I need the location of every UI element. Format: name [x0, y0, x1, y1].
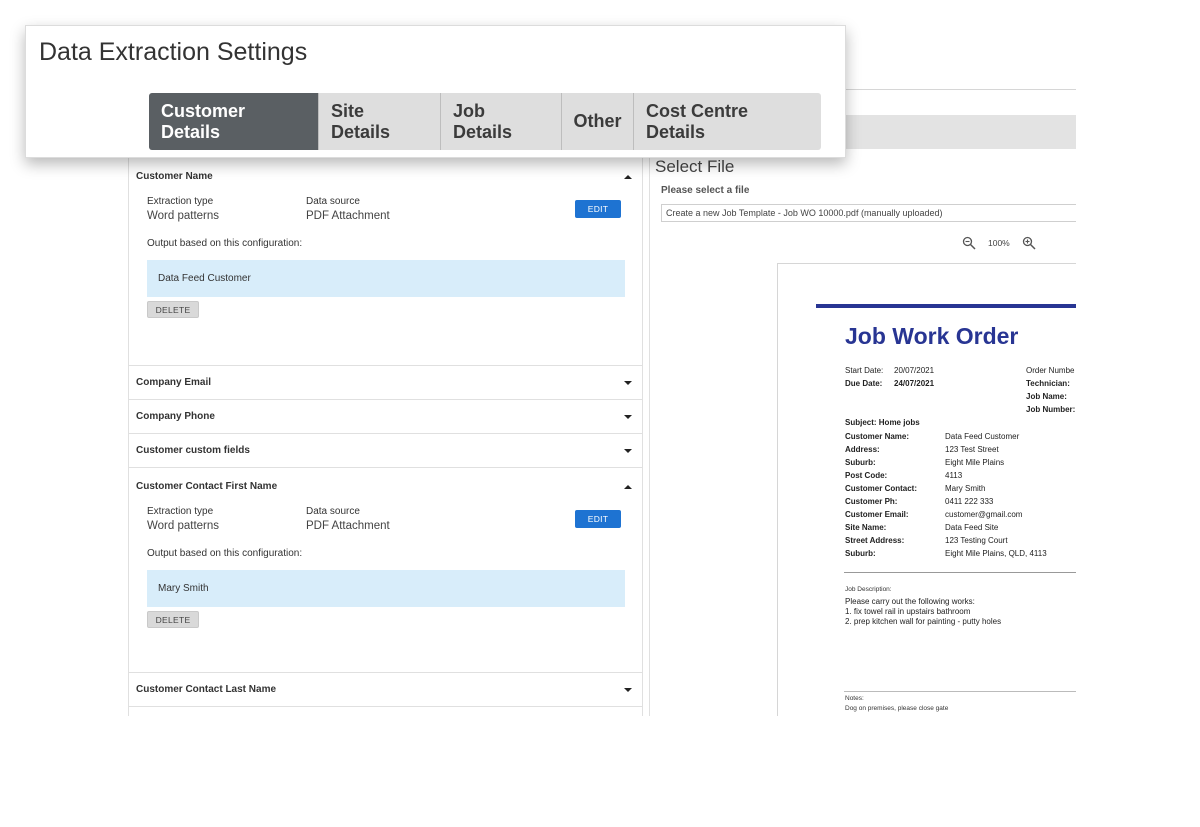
section-company-email: Company Email	[129, 366, 642, 400]
field-key: Suburb:	[845, 549, 876, 558]
tab-other[interactable]: Other	[562, 93, 634, 150]
field-value: Eight Mile Plains	[945, 458, 1005, 467]
data-source-value: PDF Attachment	[306, 210, 390, 222]
section-header[interactable]: Customer Contact First Name	[129, 468, 642, 505]
field-key: Suburb:	[845, 458, 876, 467]
field-key: Site Name:	[845, 523, 887, 532]
chevron-down-icon[interactable]	[624, 380, 632, 385]
order-number-label: Order Numbe	[1026, 366, 1075, 375]
tab-customer-details[interactable]: Customer Details	[149, 93, 319, 150]
data-source-value: PDF Attachment	[306, 520, 390, 532]
section-title: Company Phone	[136, 411, 215, 422]
zoom-in-icon[interactable]	[1022, 236, 1036, 250]
field-key: Customer Ph:	[845, 497, 898, 506]
delete-button[interactable]: DELETE	[147, 301, 199, 318]
tab-bar: Customer Details Site Details Job Detail…	[149, 93, 821, 150]
field-value: 123 Testing Court	[945, 536, 1008, 545]
field-key: Customer Contact:	[845, 484, 918, 493]
zoom-controls: 100%	[962, 236, 1036, 250]
output-label: Output based on this configuration:	[147, 548, 303, 559]
field-value: 4113	[945, 471, 963, 480]
section-header[interactable]: Company Phone	[129, 400, 642, 433]
section-header[interactable]: Customer Contact Last Name	[129, 673, 642, 706]
section-title: Company Email	[136, 377, 212, 388]
field-config-panel: Customer Name Extraction type Word patte…	[128, 158, 643, 716]
divider	[844, 691, 1076, 692]
field-key: Address:	[845, 445, 880, 454]
section-company-phone: Company Phone	[129, 400, 642, 434]
section-header[interactable]: Customer custom fields	[129, 434, 642, 467]
output-value: Data Feed Customer	[147, 260, 625, 297]
select-file-label: Please select a file	[661, 185, 750, 196]
page-title: Data Extraction Settings	[39, 38, 308, 66]
field-value: customer@gmail.com	[945, 510, 1023, 519]
job-description-line: 2. prep kitchen wall for painting - putt…	[845, 617, 1002, 626]
header-bar	[846, 115, 1076, 149]
field-value: Data Feed Customer	[945, 432, 1020, 441]
tab-site-details[interactable]: Site Details	[319, 93, 441, 150]
section-contact-last-name: Customer Contact Last Name	[129, 673, 642, 707]
field-key: Customer Name:	[845, 432, 910, 441]
data-source-label: Data source	[306, 196, 360, 207]
settings-card: Data Extraction Settings Customer Detail…	[25, 25, 846, 158]
field-key: Post Code:	[845, 471, 888, 480]
section-customer-custom-fields: Customer custom fields	[129, 434, 642, 468]
delete-button[interactable]: DELETE	[147, 611, 199, 628]
chevron-up-icon[interactable]	[624, 174, 632, 179]
section-contact-first-name: Customer Contact First Name Extraction t…	[129, 468, 642, 673]
edit-button[interactable]: EDIT	[575, 510, 621, 528]
job-description-label: Job Description:	[845, 586, 892, 593]
extraction-type-value: Word patterns	[147, 520, 220, 532]
tab-cost-centre-details[interactable]: Cost Centre Details	[634, 93, 821, 150]
job-number-label: Job Number:	[1026, 405, 1076, 414]
job-description-line: 1. fix towel rail in upstairs bathroom	[845, 607, 971, 616]
section-title: Customer custom fields	[136, 445, 250, 456]
divider	[846, 89, 1076, 90]
notes-label: Notes:	[845, 695, 864, 702]
job-name-label: Job Name:	[1026, 392, 1067, 401]
extraction-type-label: Extraction type	[147, 196, 214, 207]
output-label: Output based on this configuration:	[147, 238, 303, 249]
field-value: Mary Smith	[945, 484, 986, 493]
pdf-document-preview: Job Work Order Start Date: 20/07/2021 Du…	[777, 263, 1076, 716]
field-key: Customer Email:	[845, 510, 909, 519]
tab-job-details[interactable]: Job Details	[441, 93, 562, 150]
extraction-type-label: Extraction type	[147, 506, 214, 517]
file-select-dropdown[interactable]: Create a new Job Template - Job WO 10000…	[661, 204, 1076, 222]
job-description-line: Please carry out the following works:	[845, 597, 975, 606]
due-date-value: 24/07/2021	[894, 379, 935, 388]
due-date-label: Due Date:	[845, 379, 883, 388]
doc-header-bar	[816, 304, 1076, 308]
section-header[interactable]: Customer Name	[129, 158, 642, 195]
notes-text: Dog on premises, please close gate	[845, 705, 949, 712]
technician-label: Technician:	[1026, 379, 1070, 388]
file-preview-panel: Select File Please select a file Create …	[649, 150, 1076, 716]
section-title: Customer Contact Last Name	[136, 684, 277, 695]
data-source-label: Data source	[306, 506, 360, 517]
start-date-label: Start Date:	[845, 366, 884, 375]
start-date-value: 20/07/2021	[894, 366, 935, 375]
extraction-type-value: Word patterns	[147, 210, 220, 222]
section-title: Customer Name	[136, 171, 213, 182]
output-value: Mary Smith	[147, 570, 625, 607]
field-value: Eight Mile Plains, QLD, 4113	[945, 549, 1047, 558]
field-value: Data Feed Site	[945, 523, 999, 532]
section-customer-name: Customer Name Extraction type Word patte…	[129, 158, 642, 366]
section-header[interactable]: Company Email	[129, 366, 642, 399]
zoom-out-icon[interactable]	[962, 236, 976, 250]
doc-title: Job Work Order	[845, 323, 1019, 349]
select-file-title: Select File	[655, 157, 735, 176]
field-value: 123 Test Street	[945, 445, 999, 454]
chevron-down-icon[interactable]	[624, 414, 632, 419]
divider	[844, 572, 1076, 573]
zoom-level: 100%	[988, 238, 1010, 248]
section-title: Customer Contact First Name	[136, 481, 278, 492]
edit-button[interactable]: EDIT	[575, 200, 621, 218]
chevron-up-icon[interactable]	[624, 484, 632, 489]
field-key: Street Address:	[845, 536, 905, 545]
chevron-down-icon[interactable]	[624, 687, 632, 692]
chevron-down-icon[interactable]	[624, 448, 632, 453]
subject-line: Subject: Home jobs	[845, 418, 920, 427]
field-value: 0411 222 333	[945, 497, 994, 506]
